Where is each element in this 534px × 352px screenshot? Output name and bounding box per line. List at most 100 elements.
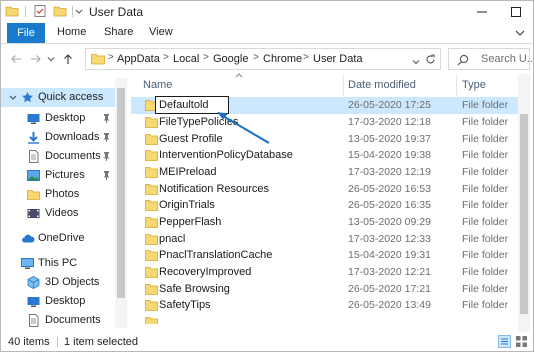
sidebar-item-pictures[interactable]: Pictures <box>1 166 123 185</box>
table-row[interactable]: FileTypePolicies 17-03-2020 12:18 File f… <box>131 114 523 131</box>
sidebar-item-documents-pc[interactable]: Documents <box>1 311 123 330</box>
table-row[interactable]: Defaultold 26-05-2020 17:25 File folder <box>131 96 523 114</box>
file-type: File folder <box>462 233 509 245</box>
file-type: File folder <box>462 283 509 295</box>
sidebar-item-label: Documents <box>45 314 101 326</box>
scrollbar-thumb[interactable] <box>520 114 528 314</box>
breadcrumb-chrome[interactable]: Chrome <box>263 53 302 65</box>
status-bar: 40 items 1 item selected <box>1 332 533 351</box>
folder-icon <box>145 299 158 314</box>
sidebar-item-this-pc[interactable]: This PC <box>1 254 123 273</box>
expand-ribbon-icon[interactable] <box>515 28 525 40</box>
forward-button[interactable] <box>29 52 43 66</box>
column-divider[interactable] <box>343 74 344 96</box>
download-icon <box>27 131 40 144</box>
maximize-button[interactable] <box>499 1 533 23</box>
file-type: File folder <box>462 133 509 145</box>
file-type: File folder <box>462 216 509 228</box>
sidebar-item-quick-access[interactable]: Quick access <box>1 88 123 107</box>
up-button[interactable] <box>61 52 75 66</box>
table-row[interactable]: Notification Resources 26-05-2020 16:53 … <box>131 181 523 198</box>
address-history-icon[interactable] <box>412 56 420 68</box>
folder-icon <box>145 216 158 231</box>
column-header-date[interactable]: Date modified <box>348 74 453 96</box>
table-row[interactable]: Safe Browsing 26-05-2020 17:21 File fold… <box>131 281 523 298</box>
sidebar-item-videos[interactable]: Videos <box>1 204 123 223</box>
breadcrumb-separator: > <box>163 52 169 63</box>
large-icons-view-icon[interactable] <box>515 335 528 348</box>
table-row[interactable]: pnacl 17-03-2020 12:33 File folder <box>131 231 523 248</box>
tab-file[interactable]: File <box>7 23 45 43</box>
file-name: InterventionPolicyDatabase <box>159 149 293 161</box>
folder-icon <box>91 53 105 68</box>
sidebar-item-label: This PC <box>38 257 78 269</box>
customize-toolbar-icon[interactable] <box>75 6 83 20</box>
file-name: Notification Resources <box>159 183 270 195</box>
rename-input[interactable]: Defaultold <box>155 96 229 114</box>
breadcrumb-user-data[interactable]: User Data <box>313 53 363 65</box>
table-row[interactable]: InterventionPolicyDatabase 15-04-2020 19… <box>131 147 523 164</box>
file-name: RecoveryImproved <box>159 266 252 278</box>
file-date: 26-05-2020 13:49 <box>348 299 431 311</box>
sidebar-item-downloads[interactable]: Downloads <box>1 128 123 147</box>
column-header-name[interactable]: Name <box>143 74 343 96</box>
tab-view[interactable]: View <box>149 26 173 38</box>
sidebar-item-documents[interactable]: Documents <box>1 147 123 166</box>
sidebar-item-label: Pictures <box>45 169 85 181</box>
column-header-type[interactable]: Type <box>462 74 522 96</box>
sidebar-item-3d-objects[interactable]: 3D Objects <box>1 273 123 292</box>
file-date: 17-03-2020 12:19 <box>348 166 431 178</box>
breadcrumb-local[interactable]: Local <box>173 53 199 65</box>
file-type: File folder <box>462 99 509 111</box>
folder-icon <box>145 316 158 324</box>
sidebar-item-label: Desktop <box>45 295 86 307</box>
search-box[interactable]: Search U... <box>448 48 533 70</box>
tab-home[interactable]: Home <box>57 26 86 38</box>
breadcrumb-appdata[interactable]: AppData <box>117 53 160 65</box>
properties-icon[interactable] <box>33 4 47 18</box>
recent-locations-icon[interactable] <box>47 52 55 66</box>
search-placeholder: Search U... <box>481 53 534 65</box>
details-view-icon[interactable] <box>498 335 511 348</box>
table-row[interactable]: RecoveryImproved 17-03-2020 12:21 File f… <box>131 264 523 281</box>
title-bar: User Data <box>1 1 533 23</box>
table-row[interactable]: SafetyTips 26-05-2020 13:49 File folder <box>131 297 523 314</box>
table-row[interactable]: PepperFlash 13-05-2020 09:29 File folder <box>131 214 523 231</box>
table-row[interactable]: MEIPreload 17-03-2020 12:19 File folder <box>131 164 523 181</box>
table-row[interactable] <box>131 314 523 324</box>
pc-icon <box>21 257 34 270</box>
table-row[interactable]: OriginTrials 26-05-2020 16:35 File folde… <box>131 197 523 214</box>
file-date: 26-05-2020 17:21 <box>348 283 431 295</box>
window-title: User Data <box>89 5 144 19</box>
sidebar-item-desktop-pc[interactable]: Desktop <box>1 292 123 311</box>
column-divider[interactable] <box>456 74 457 96</box>
file-list-scrollbar[interactable] <box>518 74 530 332</box>
table-row[interactable]: Guest Profile 13-05-2020 19:37 File fold… <box>131 131 523 148</box>
refresh-icon[interactable] <box>425 54 436 68</box>
new-folder-icon[interactable] <box>53 4 67 18</box>
file-type: File folder <box>462 266 509 278</box>
file-name: SafetyTips <box>159 299 211 311</box>
sidebar-item-label: Videos <box>45 207 79 219</box>
back-button[interactable] <box>9 52 23 66</box>
selection-count: 1 item selected <box>64 336 138 348</box>
file-type: File folder <box>462 166 509 178</box>
pin-icon <box>102 113 111 126</box>
minimize-button[interactable] <box>465 1 499 23</box>
scrollbar-thumb[interactable] <box>117 88 125 298</box>
sidebar-item-photos[interactable]: Photos <box>1 185 123 204</box>
file-date: 26-05-2020 16:35 <box>348 199 431 211</box>
navigation-scrollbar[interactable] <box>115 78 127 328</box>
sidebar-item-onedrive[interactable]: OneDrive <box>1 229 123 248</box>
expand-icon[interactable] <box>9 93 17 105</box>
tab-share[interactable]: Share <box>104 26 133 38</box>
sidebar-item-desktop[interactable]: Desktop <box>1 109 123 128</box>
table-row[interactable]: PnaclTranslationCache 15-04-2020 19:31 F… <box>131 247 523 264</box>
pictures-icon <box>27 169 40 182</box>
file-date: 26-05-2020 17:25 <box>348 99 431 111</box>
breadcrumb-google[interactable]: Google <box>213 53 248 65</box>
cube-icon <box>27 276 40 289</box>
sidebar-item-label: OneDrive <box>38 232 85 244</box>
address-bar[interactable]: > AppData > Local > Google > Chrome > Us… <box>85 48 441 70</box>
file-name: PepperFlash <box>159 216 222 228</box>
